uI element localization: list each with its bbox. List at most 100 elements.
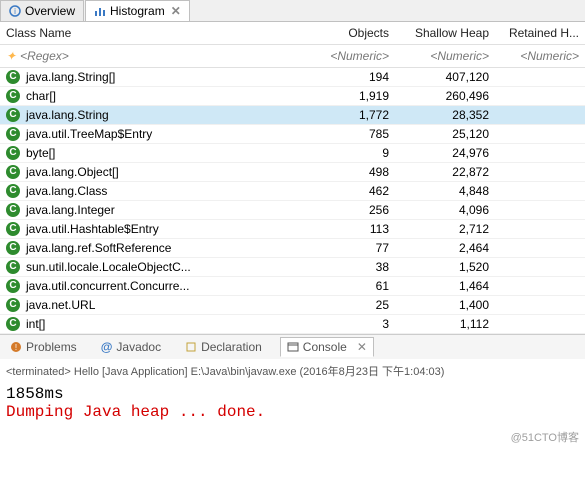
tab-problems[interactable]: ! Problems	[4, 338, 83, 356]
objects-cell: 785	[289, 127, 389, 141]
tab-label: Javadoc	[116, 340, 161, 354]
table-row[interactable]: Cjava.util.concurrent.Concurre...611,464	[0, 277, 585, 296]
tab-javadoc[interactable]: @ Javadoc	[95, 338, 167, 356]
objects-cell: 25	[289, 298, 389, 312]
objects-cell: 9	[289, 146, 389, 160]
class-icon: C	[6, 260, 20, 274]
shallow-cell: 24,976	[389, 146, 489, 160]
console-meta: <terminated> Hello [Java Application] E:…	[6, 363, 579, 379]
svg-text:i: i	[14, 7, 16, 16]
shallow-cell: 22,872	[389, 165, 489, 179]
tab-label: Histogram	[110, 4, 165, 18]
class-icon: C	[6, 146, 20, 160]
class-icon: C	[6, 222, 20, 236]
objects-cell: 77	[289, 241, 389, 255]
table-row[interactable]: Cint[] 31,112	[0, 315, 585, 334]
objects-cell: 256	[289, 203, 389, 217]
table-row[interactable]: Cjava.util.TreeMap$Entry 78525,120	[0, 125, 585, 144]
table-row[interactable]: Cjava.lang.String1,77228,352	[0, 106, 585, 125]
class-icon: C	[6, 203, 20, 217]
console-output-line: Dumping Java heap ... done.	[6, 403, 579, 421]
col-header-objects[interactable]: Objects	[295, 22, 395, 44]
objects-cell: 462	[289, 184, 389, 198]
class-name-cell: java.lang.ref.SoftReference	[26, 241, 171, 255]
class-name-cell: java.lang.Integer	[26, 203, 115, 217]
shallow-cell: 1,112	[389, 317, 489, 331]
shallow-cell: 1,464	[389, 279, 489, 293]
class-icon: C	[6, 298, 20, 312]
table-row[interactable]: Cjava.net.URL 251,400	[0, 296, 585, 315]
shallow-cell: 28,352	[389, 108, 489, 122]
shallow-cell: 407,120	[389, 70, 489, 84]
shallow-cell: 4,096	[389, 203, 489, 217]
regex-filter[interactable]: ✦<Regex>	[0, 45, 295, 67]
objects-cell: 113	[289, 222, 389, 236]
table-row[interactable]: Cjava.lang.Object[]49822,872	[0, 163, 585, 182]
objects-cell: 3	[289, 317, 389, 331]
filter-row: ✦<Regex> <Numeric> <Numeric> <Numeric>	[0, 45, 585, 68]
javadoc-icon: @	[101, 340, 113, 354]
class-name-cell: java.util.TreeMap$Entry	[26, 127, 152, 141]
top-tab-bar: i Overview Histogram ✕	[0, 0, 585, 22]
class-name-cell: sun.util.locale.LocaleObjectC...	[26, 260, 191, 274]
objects-cell: 61	[289, 279, 389, 293]
tab-label: Problems	[26, 340, 77, 354]
class-name-cell: java.lang.String[]	[26, 70, 115, 84]
col-header-retained[interactable]: Retained H...	[495, 22, 585, 44]
class-name-cell: java.lang.Class	[26, 184, 107, 198]
shallow-cell: 2,712	[389, 222, 489, 236]
table-row[interactable]: Cchar[]1,919260,496	[0, 87, 585, 106]
shallow-cell: 25,120	[389, 127, 489, 141]
histogram-icon	[94, 5, 106, 17]
objects-cell: 194	[289, 70, 389, 84]
col-header-classname[interactable]: Class Name	[0, 22, 295, 44]
table-row[interactable]: Cjava.util.Hashtable$Entry 1132,712	[0, 220, 585, 239]
close-icon[interactable]: ✕	[357, 340, 367, 354]
table-row[interactable]: Cjava.lang.String[]194407,120	[0, 68, 585, 87]
shallow-cell: 260,496	[389, 89, 489, 103]
problems-icon: !	[10, 341, 22, 353]
console-output-line: 1858ms	[6, 385, 579, 403]
numeric-filter[interactable]: <Numeric>	[495, 45, 585, 67]
class-icon: C	[6, 165, 20, 179]
class-icon: C	[6, 184, 20, 198]
objects-cell: 1,919	[289, 89, 389, 103]
bottom-tab-bar: ! Problems @ Javadoc Declaration Console…	[0, 334, 585, 359]
class-name-cell: java.lang.Object[]	[26, 165, 119, 179]
tab-declaration[interactable]: Declaration	[179, 338, 268, 356]
regex-icon: ✦	[6, 49, 16, 63]
shallow-cell: 2,464	[389, 241, 489, 255]
table-row[interactable]: Cjava.lang.ref.SoftReference772,464	[0, 239, 585, 258]
svg-text:!: !	[15, 343, 17, 352]
col-header-shallow[interactable]: Shallow Heap	[395, 22, 495, 44]
table-header: Class Name Objects Shallow Heap Retained…	[0, 22, 585, 45]
class-name-cell: java.net.URL	[26, 298, 95, 312]
tab-console[interactable]: Console ✕	[280, 337, 374, 357]
tab-overview[interactable]: i Overview	[0, 0, 84, 21]
class-name-cell: char[]	[26, 89, 56, 103]
numeric-filter[interactable]: <Numeric>	[395, 45, 495, 67]
class-name-cell: java.util.Hashtable$Entry	[26, 222, 159, 236]
class-icon: C	[6, 279, 20, 293]
table-row[interactable]: Cbyte[]924,976	[0, 144, 585, 163]
class-name-cell: java.lang.String	[26, 108, 109, 122]
objects-cell: 38	[289, 260, 389, 274]
tab-label: Overview	[25, 4, 75, 18]
table-row[interactable]: Cjava.lang.Integer 2564,096	[0, 201, 585, 220]
declaration-icon	[185, 341, 197, 353]
table-row[interactable]: Cjava.lang.Class 4624,848	[0, 182, 585, 201]
info-icon: i	[9, 5, 21, 17]
table-rows: Cjava.lang.String[] 194407,120 Cchar[] 1,91…	[0, 68, 585, 334]
close-icon[interactable]: ✕	[171, 4, 181, 18]
class-icon: C	[6, 127, 20, 141]
shallow-cell: 4,848	[389, 184, 489, 198]
shallow-cell: 1,520	[389, 260, 489, 274]
class-name-cell: int[]	[26, 317, 45, 331]
tab-label: Console	[303, 340, 347, 354]
shallow-cell: 1,400	[389, 298, 489, 312]
tab-histogram[interactable]: Histogram ✕	[85, 0, 190, 21]
class-icon: C	[6, 317, 20, 331]
table-row[interactable]: Csun.util.locale.LocaleObjectC... 381,520	[0, 258, 585, 277]
tab-label: Declaration	[201, 340, 262, 354]
numeric-filter[interactable]: <Numeric>	[295, 45, 395, 67]
